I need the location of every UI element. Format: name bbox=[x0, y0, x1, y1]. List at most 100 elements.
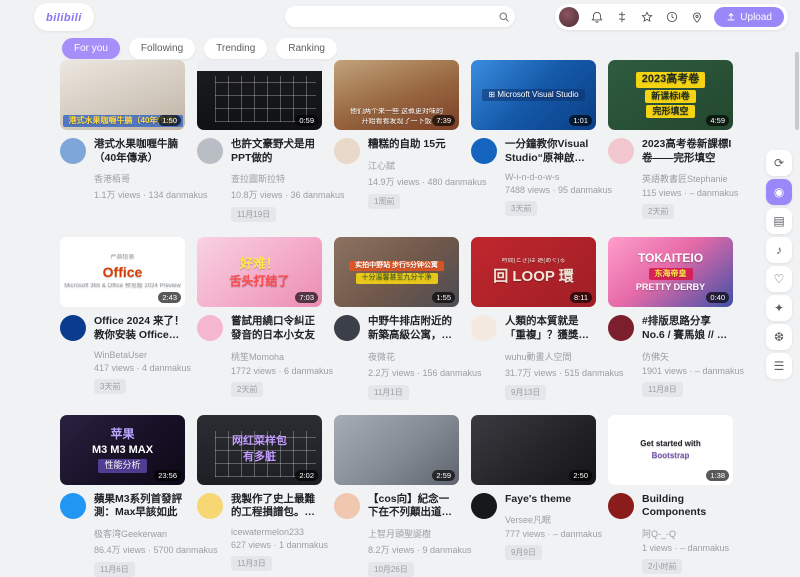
uploader-name[interactable]: 查拉圖斯拉特 bbox=[231, 172, 322, 185]
video-thumbnail[interactable]: ⊞ Microsoft Visual Studio 1:01 bbox=[471, 60, 596, 130]
uploader-name[interactable]: 英語教書匠Stephanie bbox=[642, 172, 733, 185]
uploader-name[interactable]: 上智月頭聖誕樹 bbox=[368, 527, 459, 540]
video-thumbnail[interactable]: 苹果M3 M3 MAX性能分析 23:56 bbox=[60, 415, 185, 485]
video-card: 苹果M3 M3 MAX性能分析 23:56 蘋果M3系列首發評測：Max早該如此… bbox=[60, 415, 185, 577]
search-input[interactable] bbox=[285, 11, 493, 22]
uploader-avatar[interactable] bbox=[334, 315, 360, 341]
tab-trending[interactable]: Trending bbox=[204, 38, 267, 59]
notifications-icon[interactable] bbox=[589, 10, 604, 25]
video-title[interactable]: Building Components bbox=[642, 493, 733, 520]
video-thumbnail[interactable]: 产品信息OfficeMicrosoft 365 & Office 预览版 202… bbox=[60, 237, 185, 307]
history-icon[interactable] bbox=[664, 10, 679, 25]
view-danmaku-stats: 8.2万 views · 9 danmakus bbox=[368, 543, 459, 556]
uploader-avatar[interactable] bbox=[471, 138, 497, 164]
uploader-name[interactable]: 夜微花 bbox=[368, 350, 459, 363]
uploader-avatar[interactable] bbox=[608, 493, 634, 519]
video-title[interactable]: 人類的本質就是「重複」？獲獎動畫短片《LOOP》 bbox=[505, 315, 596, 342]
tab-following[interactable]: Following bbox=[129, 38, 195, 59]
video-title[interactable]: #排版思路分享 No.6 / 賽馬娘 // 東海帝皇 bbox=[642, 315, 733, 342]
panel-icon[interactable]: ▤ bbox=[766, 208, 792, 234]
search-bar[interactable] bbox=[285, 6, 515, 27]
video-title[interactable]: 港式水果咖喱牛腩（40年傳承） bbox=[94, 138, 185, 165]
dynamics-icon[interactable] bbox=[614, 10, 629, 25]
video-title[interactable]: Faye's theme bbox=[505, 493, 596, 507]
tab-ranking[interactable]: Ranking bbox=[276, 38, 337, 59]
video-card: 2:59 【cos向】紀念一下在不列顛出道的三次元 上智月頭聖誕樹 8.2万 v… bbox=[334, 415, 459, 577]
video-title[interactable]: 也許文豪野犬是用PPT做的 bbox=[231, 138, 322, 165]
video-title[interactable]: 嘗試用繞口令糾正發音的日本小女友 bbox=[231, 315, 322, 342]
location-icon[interactable] bbox=[689, 10, 704, 25]
video-thumbnail[interactable]: 2:50 bbox=[471, 415, 596, 485]
view-danmaku-stats: 10.8万 views · 36 danmakus bbox=[231, 188, 322, 201]
video-thumbnail[interactable]: 2023高考卷新课标I卷完形填空 4:59 bbox=[608, 60, 733, 130]
video-title[interactable]: 2023高考卷新課標I卷——完形填空 bbox=[642, 138, 733, 165]
video-thumbnail[interactable]: 好难！舌头打结了 7:03 bbox=[197, 237, 322, 307]
video-meta: 我製作了史上最難的工程損譜包。[FL2!] icewatermelon233 6… bbox=[231, 493, 322, 571]
uploader-avatar[interactable] bbox=[608, 315, 634, 341]
upload-button[interactable]: Upload bbox=[714, 7, 784, 27]
sparkle-icon[interactable]: ✦ bbox=[766, 295, 792, 321]
refresh-icon[interactable]: ⟳ bbox=[766, 150, 792, 176]
uploader-avatar[interactable] bbox=[197, 138, 223, 164]
duration-badge: 1:38 bbox=[706, 470, 729, 481]
page-scrollbar[interactable] bbox=[795, 52, 799, 130]
video-title[interactable]: 我製作了史上最難的工程損譜包。[FL2!] bbox=[231, 493, 322, 520]
video-thumbnail[interactable]: 0:59 bbox=[197, 60, 322, 130]
video-thumbnail[interactable]: 2:59 bbox=[334, 415, 459, 485]
uploader-avatar[interactable] bbox=[197, 493, 223, 519]
video-thumbnail[interactable]: 实拍中野站 步行5分钟公寓十分温馨甚至九分干净 1:55 bbox=[334, 237, 459, 307]
like-icon[interactable]: ♡ bbox=[766, 266, 792, 292]
publish-date-badge: 2天前 bbox=[642, 204, 674, 219]
uploader-avatar[interactable] bbox=[608, 138, 634, 164]
uploader-avatar[interactable] bbox=[60, 315, 86, 341]
camera-icon[interactable]: ◉ bbox=[766, 179, 792, 205]
uploader-name[interactable]: 香港栢哥 bbox=[94, 172, 185, 185]
feed-tabs: For you Following Trending Ranking bbox=[62, 38, 337, 59]
uploader-avatar[interactable] bbox=[60, 138, 86, 164]
uploader-avatar[interactable] bbox=[471, 315, 497, 341]
favorites-icon[interactable] bbox=[639, 10, 654, 25]
video-meta: 一分鐘教你Visual Studio“原神啟動”！（適用於Blend） W-i-… bbox=[505, 138, 596, 216]
publish-date-badge: 9月9日 bbox=[505, 545, 542, 560]
search-icon[interactable] bbox=[493, 11, 515, 23]
video-thumbnail[interactable]: 時間(とき)は 廻(めぐ)る回 LOOP 環 8:11 bbox=[471, 237, 596, 307]
uploader-name[interactable]: 阿Q-_-Q bbox=[642, 527, 733, 540]
header-actions: Upload bbox=[555, 4, 788, 30]
uploader-name[interactable]: wuhu動畫人空間 bbox=[505, 350, 596, 363]
uploader-name[interactable]: Versee凡眠 bbox=[505, 513, 596, 526]
uploader-name[interactable]: 极客湾Geekerwan bbox=[94, 527, 185, 540]
menu-icon[interactable]: ☰ bbox=[766, 353, 792, 379]
video-thumbnail[interactable]: Get started withBootstrap 1:38 bbox=[608, 415, 733, 485]
uploader-name[interactable]: W-i-n-d-o-w-s bbox=[505, 172, 596, 182]
uploader-name[interactable]: 江心賦 bbox=[368, 159, 459, 172]
music-icon[interactable]: ♪ bbox=[766, 237, 792, 263]
publish-date-badge: 11月19日 bbox=[231, 207, 276, 222]
view-danmaku-stats: 115 views · – danmakus bbox=[642, 188, 733, 198]
video-title[interactable]: 糟糕的自助 15元 bbox=[368, 138, 459, 152]
video-info: 嘗試用繞口令糾正發音的日本小女友 桃笙Momoha 1772 views · 6… bbox=[197, 315, 322, 396]
video-title[interactable]: 中野牛排店附近的新築高級公寓，十分溫馨甚至九分乾淨 bbox=[368, 315, 459, 342]
tab-for-you[interactable]: For you bbox=[62, 38, 120, 59]
video-title[interactable]: 一分鐘教你Visual Studio“原神啟動”！（適用於Blend） bbox=[505, 138, 596, 165]
uploader-avatar[interactable] bbox=[471, 493, 497, 519]
video-info: 港式水果咖喱牛腩（40年傳承） 香港栢哥 1.1万 views · 134 da… bbox=[60, 138, 185, 201]
video-meta: 【cos向】紀念一下在不列顛出道的三次元 上智月頭聖誕樹 8.2万 views … bbox=[368, 493, 459, 577]
video-title[interactable]: 【cos向】紀念一下在不列顛出道的三次元 bbox=[368, 493, 459, 520]
uploader-name[interactable]: WinBetaUser bbox=[94, 350, 185, 360]
uploader-avatar[interactable] bbox=[334, 493, 360, 519]
video-thumbnail[interactable]: 网红菜样包有多脏 2:02 bbox=[197, 415, 322, 485]
user-avatar[interactable] bbox=[559, 7, 579, 27]
uploader-name[interactable]: icewatermelon233 bbox=[231, 527, 322, 537]
video-thumbnail[interactable]: 港式水果咖喱牛腩（40年传承） 1:50 bbox=[60, 60, 185, 130]
uploader-avatar[interactable] bbox=[197, 315, 223, 341]
uploader-avatar[interactable] bbox=[60, 493, 86, 519]
uploader-name[interactable]: 仿佛矢 bbox=[642, 350, 733, 363]
uploader-name[interactable]: 桃笙Momoha bbox=[231, 350, 322, 363]
video-thumbnail[interactable]: 他们两个来一些 这煮更对味的开始看看发现了一下饭 7:39 bbox=[334, 60, 459, 130]
site-logo[interactable]: bilibili bbox=[34, 3, 94, 31]
video-title[interactable]: Office 2024 来了！教你安装 Office 2024 预览版! bbox=[94, 315, 185, 342]
uploader-avatar[interactable] bbox=[334, 138, 360, 164]
video-title[interactable]: 蘋果M3系列首發評測：Max早該如此 bbox=[94, 493, 185, 520]
video-thumbnail[interactable]: TOKAITEIO东海帝皇PRETTY DERBY 0:40 bbox=[608, 237, 733, 307]
snow-icon[interactable]: ❆ bbox=[766, 324, 792, 350]
